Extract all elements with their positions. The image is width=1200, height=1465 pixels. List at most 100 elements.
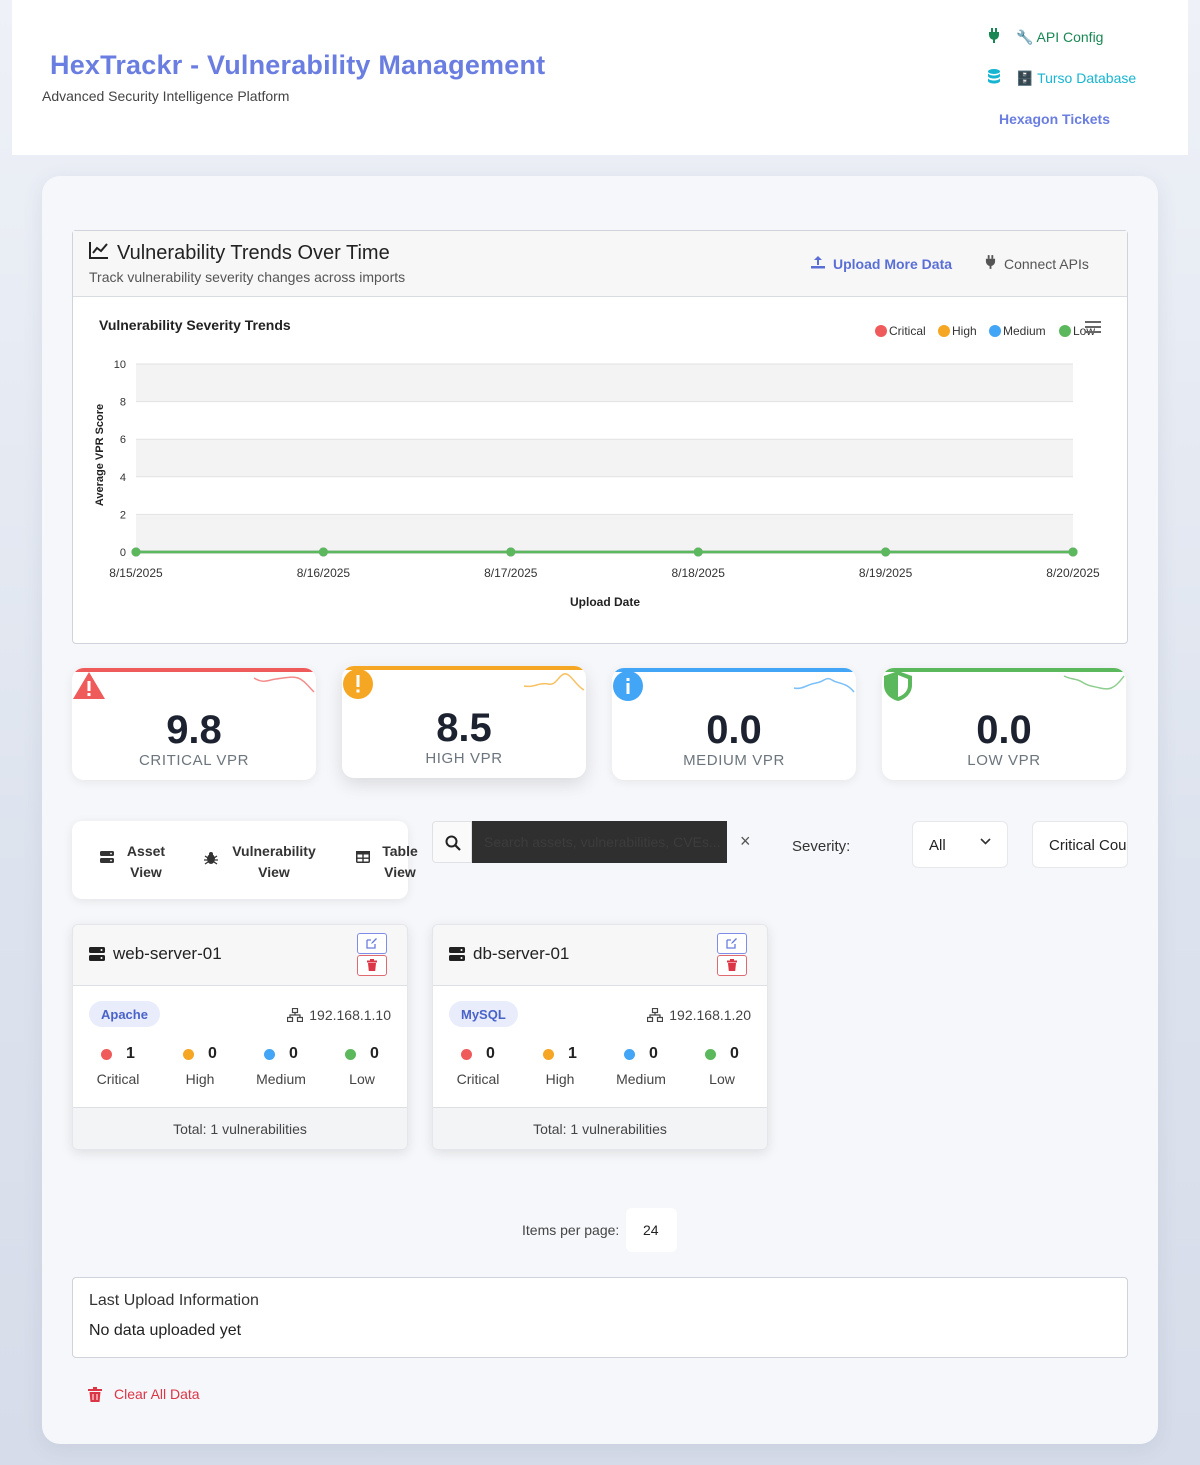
sort-select-value: Critical Count (1049, 837, 1127, 854)
shield-icon (882, 670, 914, 702)
medium-count: 0 Medium (600, 1045, 682, 1087)
trash-icon (88, 1386, 102, 1402)
connect-apis-button[interactable]: Connect APIs (985, 255, 1089, 272)
sort-select[interactable]: Critical Count (1032, 821, 1128, 868)
high-dot (543, 1048, 555, 1060)
asset-card[interactable]: web-server-01 Apache 192.168.1.10 1 Criti… (72, 924, 408, 1150)
items-per-page-label: Items per page: (522, 1222, 620, 1238)
asset-ip-value: 192.168.1.10 (309, 1007, 391, 1023)
search-button[interactable] (432, 821, 472, 863)
low-count: 0 Low (681, 1045, 763, 1087)
plug-icon (985, 255, 996, 272)
plug-icon (986, 28, 1002, 46)
delete-asset-button[interactable] (717, 955, 747, 976)
asset-view-label-line1: Asset (126, 843, 166, 859)
x-axis-label: Upload Date (570, 595, 640, 609)
medium-dot (624, 1048, 636, 1060)
asset-vendor-tag: Apache (89, 1001, 160, 1027)
api-config-link[interactable]: 🔧 API Config (986, 28, 1103, 46)
high-count-value: 1 (568, 1045, 577, 1062)
clear-all-data-button[interactable]: Clear All Data (88, 1386, 200, 1402)
edit-asset-button[interactable] (357, 933, 387, 954)
low-dot (345, 1048, 357, 1060)
medium-vpr-label: MEDIUM VPR (683, 752, 785, 769)
y-tick-label: 6 (120, 434, 126, 446)
low-count-label: Low (709, 1071, 735, 1087)
critical-count: 0 Critical (437, 1045, 519, 1087)
vulnerability-view-label-line1: Vulnerability (232, 843, 316, 859)
asset-name: db-server-01 (473, 944, 570, 963)
low-data-point (506, 547, 516, 557)
critical-count-label: Critical (456, 1071, 500, 1087)
main-container: Vulnerability Trends Over Time Track vul… (42, 176, 1158, 1444)
table-view-label-line2: View (384, 864, 416, 880)
edit-icon (366, 938, 377, 949)
items-per-page-select[interactable]: 24 (626, 1208, 677, 1252)
view-toggle-group: Asset View Vulnerability View Table View (72, 821, 418, 899)
low-count-value: 0 (730, 1045, 739, 1062)
high-count-value: 0 (208, 1045, 217, 1062)
asset-view-button[interactable]: Asset View (124, 841, 168, 883)
warning-triangle-icon (72, 670, 105, 702)
low-vpr-label: LOW VPR (967, 752, 1041, 769)
chart-menu-icon[interactable] (1085, 321, 1101, 333)
asset-card-header: db-server-01 (433, 925, 767, 986)
medium-vpr-card[interactable]: 0.0 MEDIUM VPR (612, 668, 856, 780)
delete-asset-button[interactable] (357, 955, 387, 976)
hexagon-tickets-link[interactable]: Hexagon Tickets (999, 111, 1110, 127)
x-tick-label: 8/16/2025 (297, 566, 351, 580)
medium-count-value: 0 (289, 1045, 298, 1062)
asset-total: Total: 1 vulnerabilities (433, 1107, 767, 1149)
clear-all-data-label: Clear All Data (114, 1386, 200, 1402)
critical-vpr-value: 9.8 (166, 708, 222, 752)
trends-card: Vulnerability Trends Over Time Track vul… (72, 230, 1128, 644)
medium-count-label: Medium (616, 1071, 666, 1087)
info-circle-icon (612, 670, 644, 702)
y-tick-label: 2 (120, 509, 126, 521)
x-tick-label: 8/20/2025 (1046, 566, 1100, 580)
critical-vpr-card[interactable]: 9.8 CRITICAL VPR (72, 668, 316, 780)
high-count: 1 High (519, 1045, 601, 1087)
medium-sparkline (793, 677, 855, 693)
medium-count-value: 0 (649, 1045, 658, 1062)
search-input[interactable] (472, 821, 727, 863)
turso-database-link[interactable]: 🗄️ Turso Database (986, 69, 1136, 87)
server-icon (89, 947, 105, 961)
critical-dot (461, 1048, 473, 1060)
x-tick-label: 8/15/2025 (109, 566, 163, 580)
grid-band (136, 514, 1073, 552)
trends-card-title: Vulnerability Trends Over Time (89, 241, 390, 265)
vulnerability-view-button[interactable]: Vulnerability View (228, 841, 320, 883)
table-view-button[interactable]: Table View (380, 841, 420, 883)
x-tick-label: 8/19/2025 (859, 566, 913, 580)
medium-dot (264, 1048, 276, 1060)
high-vpr-card[interactable]: 8.5 HIGH VPR (342, 666, 586, 778)
line-chart-icon (89, 241, 109, 265)
chart-legend: Critical High Medium Low (875, 324, 1095, 338)
app-subtitle: Advanced Security Intelligence Platform (42, 88, 290, 104)
medium-legend-marker (989, 325, 1001, 337)
edit-asset-button[interactable] (717, 933, 747, 954)
critical-dot (101, 1048, 113, 1060)
asset-ip: 192.168.1.10 (287, 1007, 391, 1023)
critical-count-value: 0 (486, 1045, 495, 1062)
asset-ip: 192.168.1.20 (647, 1007, 751, 1023)
chart-title: Vulnerability Severity Trends (99, 317, 291, 333)
critical-legend-marker (875, 325, 887, 337)
low-count-label: Low (349, 1071, 375, 1087)
high-sparkline (523, 673, 585, 691)
low-data-point (1068, 547, 1078, 557)
medium-vpr-value: 0.0 (706, 708, 762, 752)
y-tick-label: 8 (120, 397, 126, 409)
grid-band (136, 364, 1073, 402)
bug-icon (204, 852, 218, 865)
y-axis-label: Average VPR Score (94, 404, 106, 506)
severity-filter-select[interactable]: All (912, 821, 1008, 868)
asset-card[interactable]: db-server-01 MySQL 192.168.1.20 0 Critica… (432, 924, 768, 1150)
clear-search-icon[interactable]: × (740, 831, 751, 852)
critical-legend-label: Critical (889, 324, 926, 338)
y-tick-label: 0 (120, 547, 126, 559)
low-vpr-card[interactable]: 0.0 LOW VPR (882, 668, 1126, 780)
upload-more-data-button[interactable]: Upload More Data (811, 255, 952, 272)
x-tick-label: 8/17/2025 (484, 566, 538, 580)
